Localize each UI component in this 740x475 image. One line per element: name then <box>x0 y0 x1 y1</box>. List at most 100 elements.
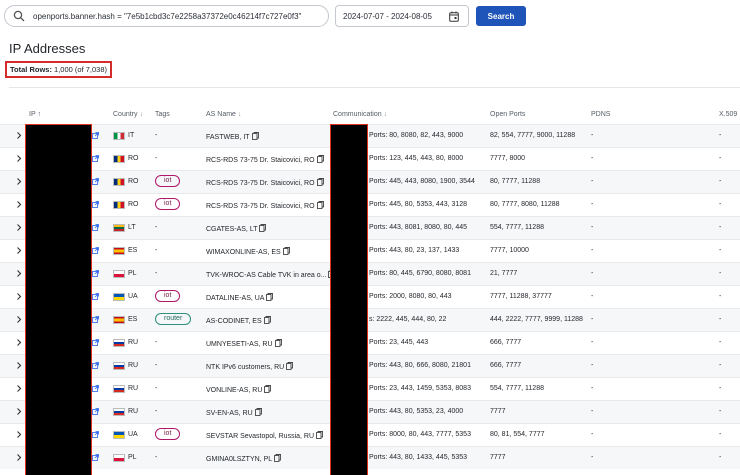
country-flag-icon <box>113 408 125 416</box>
total-rows-summary: Total Rows: 1,000 (of 7,038) <box>5 61 113 78</box>
external-link-icon[interactable] <box>92 316 99 323</box>
expand-row-chevron-icon[interactable] <box>15 154 23 163</box>
expand-row-chevron-icon[interactable] <box>15 315 23 324</box>
external-link-icon[interactable] <box>92 155 99 162</box>
sort-icon: ↓ <box>383 111 388 118</box>
as-name-cell: SEVSTAR Sevastopol, Russia, RU <box>206 431 323 440</box>
table-row[interactable]: RO - RCS-RDS 73-75 Dr. Staicovici, RO Ports… <box>0 147 740 170</box>
tag-chip[interactable]: iot <box>155 175 181 187</box>
table-row[interactable]: PL - TVK-WROC-AS Cable TVK in area o... Por… <box>0 262 740 285</box>
table-row[interactable]: UA iot DATALINE-AS, UA Ports: 2000, 8080, 8… <box>0 285 740 308</box>
tags-cell: - <box>155 132 158 139</box>
copy-icon[interactable] <box>264 385 272 393</box>
expand-row-chevron-icon[interactable] <box>15 361 23 370</box>
search-input[interactable] <box>33 11 323 21</box>
open-ports: 7777 <box>490 454 506 461</box>
country-flag-icon <box>113 132 125 140</box>
open-ports: 554, 7777, 11288 <box>490 385 544 392</box>
tag-chip[interactable]: iot <box>155 290 181 302</box>
expand-row-chevron-icon[interactable] <box>15 338 23 347</box>
copy-icon[interactable] <box>274 454 282 462</box>
table-row[interactable]: RU - UMNYESETI-AS, RU Ports: 23, 445, 443 66… <box>0 331 740 354</box>
country-code: RU <box>128 339 139 346</box>
table-row[interactable]: RU - SV-EN-AS, RU Ports: 443, 80, 5353, 23,… <box>0 400 740 423</box>
country-flag-icon <box>113 293 125 301</box>
copy-icon[interactable] <box>282 247 290 255</box>
copy-icon[interactable] <box>316 431 323 439</box>
table-row[interactable]: ES - WIMAXONLINE-AS, ES Ports: 443, 80, 23,… <box>0 239 740 262</box>
search-bar[interactable] <box>4 5 329 27</box>
as-name-cell: RCS-RDS 73-75 Dr. Staicovici, RO <box>206 155 324 164</box>
external-link-icon[interactable] <box>92 408 99 415</box>
copy-icon[interactable] <box>274 339 282 347</box>
table-row[interactable]: IT - FASTWEB, IT Ports: 80, 8080, 82, 443, … <box>0 124 740 147</box>
search-button[interactable]: Search <box>476 6 526 26</box>
tag-chip[interactable]: iot <box>155 198 181 210</box>
tag-chip[interactable]: router <box>155 313 192 325</box>
table-row[interactable]: RU - NTK IPv6 customers, RU Ports: 443, 80,… <box>0 354 740 377</box>
table-row[interactable]: ES router AS-CODINET, ES s: 2222, 445, 444,… <box>0 308 740 331</box>
country-code: RU <box>128 362 139 369</box>
external-link-icon[interactable] <box>92 362 99 369</box>
external-link-icon[interactable] <box>92 431 99 438</box>
column-header-country[interactable]: Country ↓ <box>113 111 143 118</box>
copy-icon[interactable] <box>286 362 294 370</box>
expand-row-chevron-icon[interactable] <box>15 177 23 186</box>
column-header-ip[interactable]: IP ↑ <box>29 111 41 118</box>
copy-icon[interactable] <box>316 201 324 209</box>
column-header-as-name[interactable]: AS Name ↓ <box>206 111 241 118</box>
expand-row-chevron-icon[interactable] <box>15 430 23 439</box>
tag-chip[interactable]: iot <box>155 428 181 440</box>
communication-ports: Ports: 23, 443, 1459, 5353, 8083 <box>369 385 471 392</box>
external-link-icon[interactable] <box>92 178 99 185</box>
copy-icon[interactable] <box>316 155 324 163</box>
table-row[interactable]: RU - VONLINE-AS, RU Ports: 23, 443, 1459, 5… <box>0 377 740 400</box>
external-link-icon[interactable] <box>92 132 99 139</box>
tags-cell: - <box>155 270 158 277</box>
expand-row-chevron-icon[interactable] <box>15 407 23 416</box>
copy-icon[interactable] <box>266 293 274 301</box>
copy-icon[interactable] <box>259 224 267 232</box>
expand-row-chevron-icon[interactable] <box>15 246 23 255</box>
external-link-icon[interactable] <box>92 339 99 346</box>
external-link-icon[interactable] <box>92 247 99 254</box>
copy-icon[interactable] <box>263 316 271 324</box>
x509-cell: - <box>719 247 722 254</box>
column-header-communication[interactable]: Communication ↓ <box>333 111 387 118</box>
open-ports: 21, 7777 <box>490 270 518 277</box>
expand-row-chevron-icon[interactable] <box>15 200 23 209</box>
table-row[interactable]: LT - CGATES-AS, LT Ports: 443, 8081, 8080, … <box>0 216 740 239</box>
communication-ports: Ports: 445, 80, 5353, 443, 3128 <box>369 201 468 208</box>
country-flag-icon <box>113 224 125 232</box>
table-row[interactable]: PL - GMINA0LSZTYN, PL Ports: 443, 80, 1433,… <box>0 446 740 469</box>
column-header-open-ports[interactable]: Open Ports <box>490 111 525 118</box>
calendar-icon[interactable] <box>449 11 459 22</box>
table-row[interactable]: UA iot SEVSTAR Sevastopol, Russia, RU Ports… <box>0 423 740 446</box>
column-header-x509[interactable]: X.509 <box>719 111 737 118</box>
expand-row-chevron-icon[interactable] <box>15 223 23 232</box>
expand-row-chevron-icon[interactable] <box>15 131 23 140</box>
x509-cell: - <box>719 385 722 392</box>
external-link-icon[interactable] <box>92 454 99 461</box>
external-link-icon[interactable] <box>92 224 99 231</box>
copy-icon[interactable] <box>316 178 324 186</box>
expand-row-chevron-icon[interactable] <box>15 384 23 393</box>
table-row[interactable]: RO iot RCS-RDS 73-75 Dr. Staicovici, RO Por… <box>0 193 740 216</box>
expand-row-chevron-icon[interactable] <box>15 269 23 278</box>
copy-icon[interactable] <box>251 132 259 140</box>
date-range-picker[interactable]: 2024-07-07 - 2024-08-05 <box>335 5 469 27</box>
copy-icon[interactable] <box>254 408 262 416</box>
as-name: RCS-RDS 73-75 Dr. Staicovici, RO <box>206 157 315 164</box>
expand-row-chevron-icon[interactable] <box>15 453 23 462</box>
country-code: ES <box>128 247 138 254</box>
table-row[interactable]: RO iot RCS-RDS 73-75 Dr. Staicovici, RO Por… <box>0 170 740 193</box>
expand-row-chevron-icon[interactable] <box>15 292 23 301</box>
tags-cell: - <box>155 454 158 461</box>
external-link-icon[interactable] <box>92 270 99 277</box>
column-header-pdns[interactable]: PDNS <box>591 111 610 118</box>
external-link-icon[interactable] <box>92 385 99 392</box>
external-link-icon[interactable] <box>92 201 99 208</box>
external-link-icon[interactable] <box>92 293 99 300</box>
column-header-tags[interactable]: Tags <box>155 111 170 118</box>
communication-ports: Ports: 445, 443, 8080, 1900, 3544 <box>369 178 475 185</box>
